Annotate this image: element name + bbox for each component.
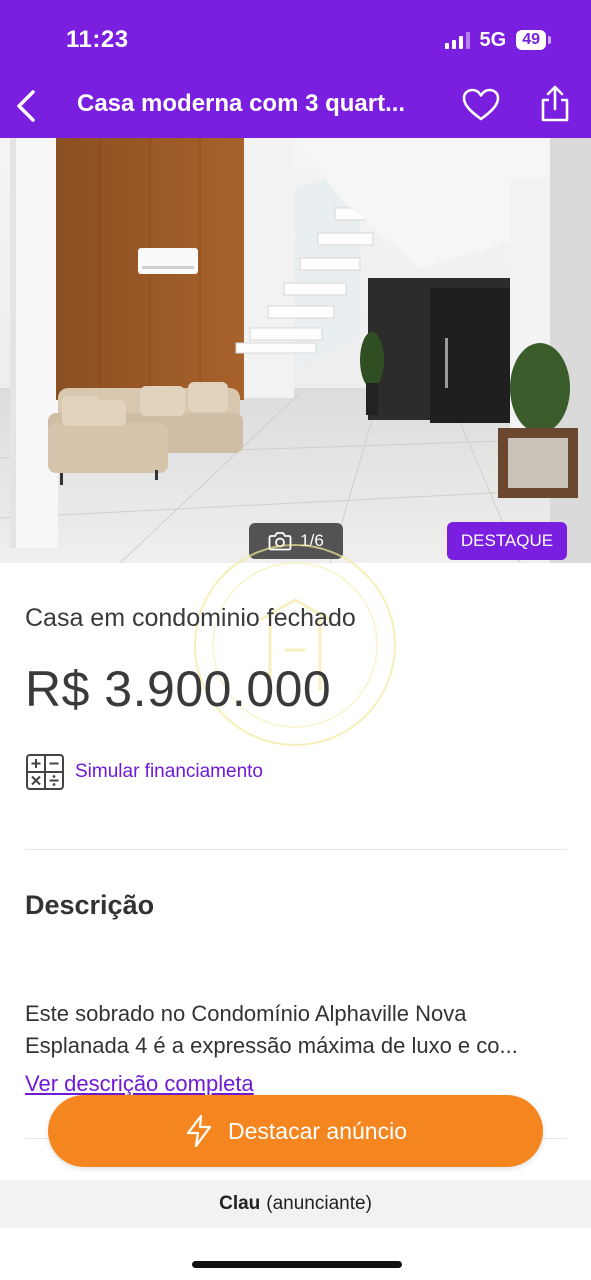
back-button[interactable] xyxy=(10,86,42,126)
see-full-description-link[interactable]: Ver descrição completa xyxy=(25,1071,254,1097)
top-app-bar: 11:23 5G 49 Casa moderna com 3 quart... xyxy=(0,0,591,138)
description-text: Este sobrado no Condomínio Alphaville No… xyxy=(25,998,565,1062)
watermark-logo xyxy=(194,544,396,746)
section-divider xyxy=(25,849,567,850)
status-time: 11:23 xyxy=(66,26,129,53)
highlight-listing-label: Destacar anúncio xyxy=(228,1117,407,1144)
page-title: Casa moderna com 3 quart... xyxy=(77,90,406,117)
chevron-left-icon xyxy=(17,90,35,122)
photo-gallery[interactable]: 1/6 DESTAQUE xyxy=(0,138,591,563)
favorite-button[interactable] xyxy=(462,88,500,124)
advertiser-name: Clau xyxy=(219,1193,261,1214)
highlight-listing-button[interactable]: Destacar anúncio xyxy=(48,1095,543,1167)
featured-badge: DESTAQUE xyxy=(447,522,567,560)
battery-icon xyxy=(548,36,551,44)
signal-icon xyxy=(444,31,470,49)
home-indicator xyxy=(192,1261,402,1268)
calculator-icon xyxy=(26,754,64,790)
lightning-icon xyxy=(186,1114,212,1148)
network-type: 5G xyxy=(479,28,507,51)
listing-price: R$ 3.900.000 xyxy=(25,661,332,717)
navigation-row: Casa moderna com 3 quart... xyxy=(0,82,591,130)
description-line: Esplanada 4 é a expressão máxima de luxo… xyxy=(25,1033,518,1058)
photo-counter[interactable]: 1/6 xyxy=(249,523,343,559)
simulate-financing-label: Simular financiamento xyxy=(75,761,263,782)
camera-icon xyxy=(268,532,292,551)
battery-level: 49 xyxy=(516,30,546,50)
property-type: Casa em condominio fechado xyxy=(25,604,356,632)
advertiser-bar[interactable]: Clau (anunciante) xyxy=(0,1180,591,1228)
status-indicators: 5G 49 xyxy=(444,28,551,51)
share-button[interactable] xyxy=(538,84,572,124)
photo-counter-label: 1/6 xyxy=(300,531,324,550)
advertiser-role: (anunciante) xyxy=(266,1193,372,1214)
living-room-photo xyxy=(0,138,591,563)
heart-icon xyxy=(462,88,500,121)
description-heading: Descrição xyxy=(25,890,155,920)
share-icon xyxy=(541,85,569,122)
description-line: Este sobrado no Condomínio Alphaville No… xyxy=(25,1001,467,1026)
simulate-financing-link[interactable]: Simular financiamento xyxy=(25,752,263,792)
